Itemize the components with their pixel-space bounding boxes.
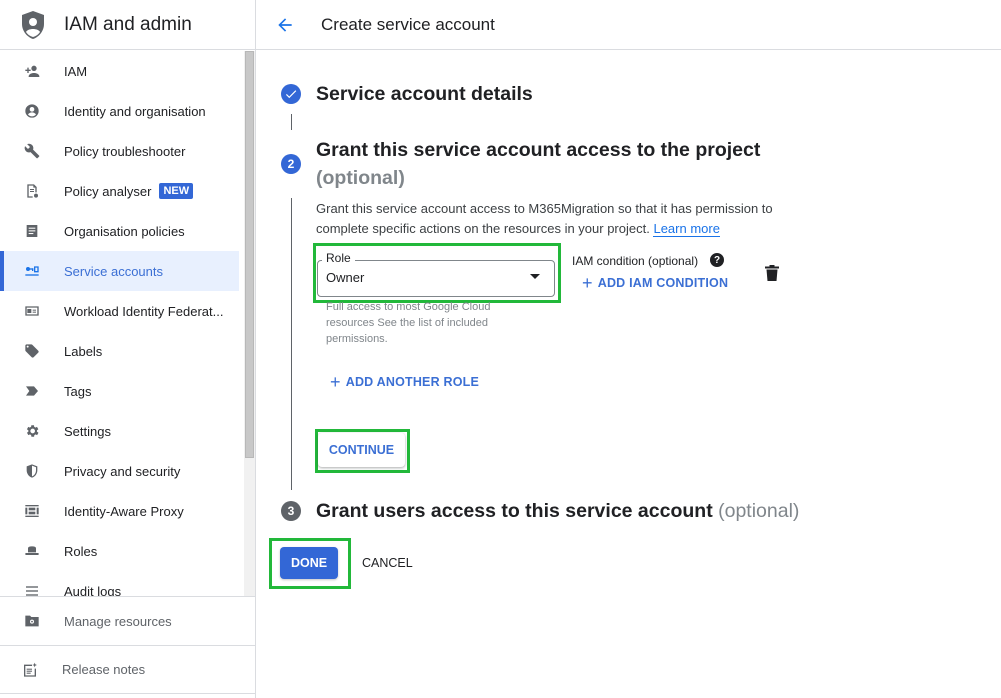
step-2-description: Grant this service account access to M36… xyxy=(316,201,773,237)
sidebar-nav: IAM Identity and organisation Policy tro… xyxy=(0,51,244,596)
release-notes-icon xyxy=(22,662,38,678)
new-badge: NEW xyxy=(159,183,194,199)
tag-icon xyxy=(24,383,40,399)
sidebar-item-identity-and-organisation[interactable]: Identity and organisation xyxy=(0,91,244,131)
dropdown-arrow-icon[interactable] xyxy=(530,274,540,279)
sidebar-item-identity-aware-proxy[interactable]: Identity-Aware Proxy xyxy=(0,491,244,531)
sidebar-item-privacy-and-security[interactable]: Privacy and security xyxy=(0,451,244,491)
step-connector xyxy=(291,114,292,130)
plus-icon: + xyxy=(330,372,341,392)
page-header: Create service account xyxy=(256,0,1001,50)
add-iam-condition-button[interactable]: + ADD IAM CONDITION xyxy=(582,273,728,293)
step-2-title: Grant this service account access to the… xyxy=(316,139,761,161)
document-icon xyxy=(24,223,40,239)
policy-analyser-icon xyxy=(24,183,40,199)
sidebar: IAM and admin IAM Identity and organisat… xyxy=(0,0,256,698)
service-account-key-icon xyxy=(24,263,40,279)
help-icon[interactable]: ? xyxy=(710,253,724,267)
step-3-optional: (optional) xyxy=(718,500,800,522)
person-add-icon xyxy=(24,63,40,79)
sidebar-item-organisation-policies[interactable]: Organisation policies xyxy=(0,211,244,251)
role-value[interactable]: Owner xyxy=(326,270,364,285)
step-3-title[interactable]: Grant users access to this service accou… xyxy=(316,500,799,523)
learn-more-link[interactable]: Learn more xyxy=(653,221,720,237)
sidebar-item-workload-identity-federation[interactable]: Workload Identity Federat... xyxy=(0,291,244,331)
sidebar-item-policy-troubleshooter[interactable]: Policy troubleshooter xyxy=(0,131,244,171)
sidebar-scrollbar[interactable] xyxy=(244,51,255,596)
folder-settings-icon xyxy=(24,613,40,629)
continue-button[interactable]: CONTINUE xyxy=(318,433,405,467)
role-help-text: Full access to most Google Cloud resourc… xyxy=(326,301,491,345)
step-3-number-icon: 3 xyxy=(281,501,301,521)
id-card-icon xyxy=(24,303,40,319)
plus-icon: + xyxy=(582,273,593,293)
step-connector xyxy=(291,198,292,490)
wrench-icon xyxy=(24,143,40,159)
delete-trash-icon[interactable] xyxy=(765,265,779,281)
sidebar-item-settings[interactable]: Settings xyxy=(0,411,244,451)
scrollbar-thumb[interactable] xyxy=(245,51,254,458)
iam-shield-logo-icon xyxy=(20,10,46,40)
back-arrow-icon[interactable] xyxy=(275,15,295,35)
sidebar-item-policy-analyser[interactable]: Policy analyser NEW xyxy=(0,171,244,211)
step-2-number-icon: 2 xyxy=(281,154,301,174)
account-circle-icon xyxy=(24,103,40,119)
add-another-role-button[interactable]: + ADD ANOTHER ROLE xyxy=(330,372,479,392)
list-icon xyxy=(24,583,40,596)
sidebar-header: IAM and admin xyxy=(0,0,255,50)
manage-resources-link[interactable]: Manage resources xyxy=(0,596,255,645)
iam-condition-label: IAM condition (optional) xyxy=(572,254,699,268)
shield-icon xyxy=(24,463,40,479)
hat-icon xyxy=(24,543,40,559)
page-title: Create service account xyxy=(321,14,495,34)
step-completed-check-icon xyxy=(281,84,301,104)
label-icon xyxy=(24,343,40,359)
gear-icon xyxy=(24,423,40,439)
step-1-title[interactable]: Service account details xyxy=(316,83,533,106)
cancel-button[interactable]: CANCEL xyxy=(356,547,419,579)
done-button[interactable]: DONE xyxy=(280,547,338,579)
sidebar-item-iam[interactable]: IAM xyxy=(0,51,244,91)
role-label: Role xyxy=(322,251,355,265)
sidebar-item-audit-logs[interactable]: Audit logs xyxy=(0,571,244,596)
step-2-optional: (optional) xyxy=(316,167,405,189)
sidebar-item-service-accounts[interactable]: Service accounts xyxy=(0,251,239,291)
app-title: IAM and admin xyxy=(64,13,192,35)
sidebar-item-labels[interactable]: Labels xyxy=(0,331,244,371)
proxy-icon xyxy=(24,503,40,519)
sidebar-item-tags[interactable]: Tags xyxy=(0,371,244,411)
sidebar-item-roles[interactable]: Roles xyxy=(0,531,244,571)
release-notes-link[interactable]: Release notes xyxy=(0,645,255,694)
